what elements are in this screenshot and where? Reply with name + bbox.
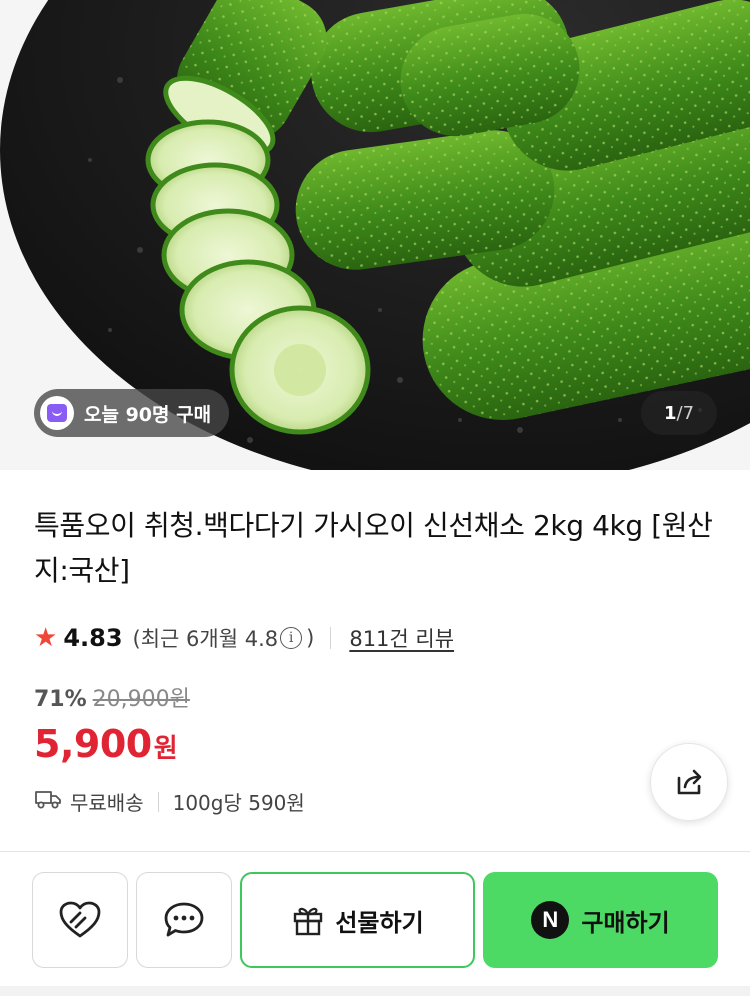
- chat-bubble-icon: [164, 902, 204, 937]
- sale-price: 5,900 원: [34, 722, 178, 766]
- original-price: 20,900원: [92, 687, 190, 712]
- review-count-link[interactable]: 811건 리뷰: [349, 623, 454, 653]
- star-icon: ★: [34, 623, 58, 653]
- recent-rating-close: ): [306, 626, 315, 650]
- gift-button[interactable]: 선물하기: [240, 872, 475, 968]
- shipping-row: 무료배송 100g당 590원: [34, 787, 305, 816]
- free-shipping-label: 무료배송: [70, 791, 144, 815]
- share-button[interactable]: [650, 743, 728, 821]
- wishlist-button[interactable]: [32, 872, 128, 968]
- heart-icon: [59, 901, 101, 938]
- rating-score: 4.83: [63, 624, 123, 652]
- today-buyers-text: 오늘 90명 구매: [84, 403, 212, 426]
- price-original-row: 71% 20,900원: [34, 681, 190, 713]
- divider: [0, 851, 750, 852]
- info-icon[interactable]: i: [280, 627, 303, 649]
- image-counter-current: 1: [663, 402, 677, 424]
- sale-price-value: 5,900: [34, 722, 152, 766]
- unit-price: 100g당 590원: [172, 791, 305, 815]
- rating-row: ★ 4.83 (최근 6개월 4.8 i ) 811건 리뷰: [34, 618, 454, 658]
- shopping-bag-icon: [40, 396, 74, 430]
- sale-price-currency: 원: [153, 734, 178, 764]
- naver-pay-icon: N: [531, 901, 570, 939]
- divider: [157, 791, 159, 812]
- today-buyers-badge: 오늘 90명 구매: [34, 389, 230, 437]
- product-title: 특품오이 취청.백다다기 가시오이 신선채소 2kg 4kg [원산지:국산]: [34, 509, 713, 587]
- product-image[interactable]: 오늘 90명 구매 1 / 7: [0, 0, 750, 470]
- image-counter: 1 / 7: [641, 391, 717, 435]
- gift-button-label: 선물하기: [335, 908, 424, 937]
- bottom-strip: [0, 986, 750, 996]
- buy-button-label: 구매하기: [581, 908, 670, 937]
- recent-rating-text: (최근 6개월 4.8: [132, 627, 279, 651]
- discount-rate: 71%: [34, 687, 87, 712]
- divider: [330, 627, 332, 649]
- truck-icon: [34, 788, 62, 815]
- buy-button[interactable]: N 구매하기: [483, 872, 718, 968]
- share-icon: [677, 769, 702, 795]
- gift-icon: [294, 907, 323, 936]
- recent-rating: (최근 6개월 4.8 i ): [133, 623, 315, 653]
- talk-button[interactable]: [136, 872, 232, 968]
- image-counter-total: 7: [682, 402, 695, 424]
